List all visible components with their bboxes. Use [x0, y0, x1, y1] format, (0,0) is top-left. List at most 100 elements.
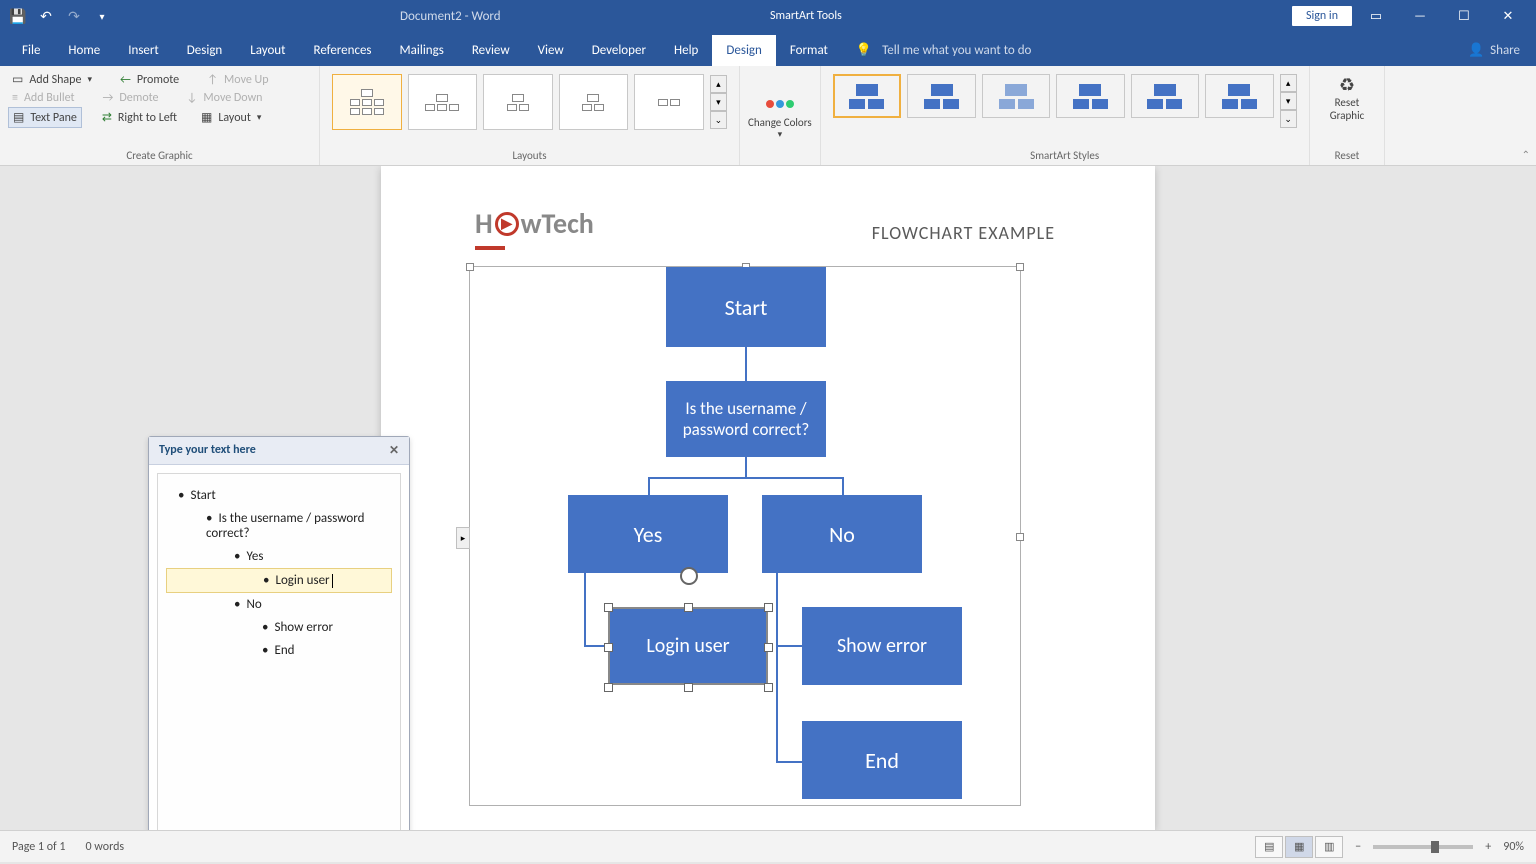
selection-handle[interactable] [764, 643, 773, 652]
page[interactable]: H ▶ wTech FLOWCHART EXAMPLE ▸ Start [381, 166, 1155, 830]
tab-references[interactable]: References [300, 35, 386, 66]
text-item-end[interactable]: End [166, 639, 392, 662]
right-to-left-button[interactable]: ⇄Right to Left [98, 107, 181, 128]
text-item-show-error[interactable]: Show error [166, 616, 392, 639]
layout-scroll[interactable]: ▴▾⌄ [710, 74, 727, 130]
zoom-slider[interactable] [1373, 845, 1473, 849]
layout-option-5[interactable] [634, 74, 704, 130]
expand-icon[interactable]: ⌄ [1280, 110, 1297, 128]
resize-handle[interactable] [1016, 533, 1024, 541]
selection-handle[interactable] [764, 683, 773, 692]
page-indicator[interactable]: Page 1 of 1 [12, 840, 66, 854]
layout-dropdown-button[interactable]: ▦Layout▾ [197, 107, 265, 128]
tab-mailings[interactable]: Mailings [386, 35, 458, 66]
text-pane-body[interactable]: Start Is the username / password correct… [157, 473, 401, 830]
selection-handle[interactable] [764, 603, 773, 612]
close-icon[interactable]: ✕ [389, 443, 399, 458]
reset-graphic-button[interactable]: ♻ Reset Graphic [1318, 70, 1377, 126]
text-pane[interactable]: Type your text here ✕ Start Is the usern… [148, 436, 410, 830]
web-layout-icon[interactable]: ▥ [1315, 836, 1343, 858]
arrow-left-icon: ← [120, 73, 131, 87]
tell-me-search[interactable]: 💡 Tell me what you want to do [842, 35, 1046, 66]
layout-org-chart[interactable] [332, 74, 402, 130]
flowchart-question-box[interactable]: Is the username / password correct? [666, 381, 826, 457]
text-item-start[interactable]: Start [166, 484, 392, 507]
maximize-icon[interactable]: ☐ [1444, 2, 1484, 30]
save-icon[interactable]: 💾 [8, 6, 28, 26]
layout-option-4[interactable] [559, 74, 629, 130]
promote-button[interactable]: ←Promote [116, 70, 183, 89]
redo-icon[interactable]: ↷ [64, 6, 84, 26]
layout-option-3[interactable] [483, 74, 553, 130]
scroll-down-icon[interactable]: ▾ [710, 93, 727, 111]
zoom-level[interactable]: 90% [1503, 840, 1524, 854]
rotation-handle[interactable] [680, 567, 698, 585]
expand-icon[interactable]: ⌄ [710, 111, 727, 129]
tab-help[interactable]: Help [660, 35, 712, 66]
selection-handle[interactable] [604, 603, 613, 612]
selection-handle[interactable] [604, 683, 613, 692]
layout-option-2[interactable] [408, 74, 478, 130]
flowchart-show-error-box[interactable]: Show error [802, 607, 962, 685]
scroll-up-icon[interactable]: ▴ [1280, 74, 1297, 92]
scroll-down-icon[interactable]: ▾ [1280, 92, 1297, 110]
print-layout-icon[interactable]: ▦ [1285, 836, 1313, 858]
ribbon: ▭Add Shape▾ ←Promote ↑Move Up ≡Add Bulle… [0, 66, 1536, 166]
tab-smartart-format[interactable]: Format [776, 35, 842, 66]
tab-design[interactable]: Design [173, 35, 236, 66]
tab-view[interactable]: View [524, 35, 578, 66]
share-button[interactable]: 👤 Share [1452, 35, 1536, 66]
text-item-question[interactable]: Is the username / password correct? [166, 507, 392, 545]
style-option-1[interactable] [833, 74, 902, 118]
text-item-login[interactable]: Login user [166, 568, 392, 593]
change-colors-button[interactable]: Change Colors ▾ [740, 66, 820, 165]
selection-handle[interactable] [684, 603, 693, 612]
qat-more-icon[interactable]: ▾ [92, 6, 112, 26]
word-count[interactable]: 0 words [86, 840, 125, 854]
text-item-no[interactable]: No [166, 593, 392, 616]
tab-home[interactable]: Home [54, 35, 114, 66]
smartart-container[interactable]: ▸ Start Is the username / password corre… [469, 266, 1021, 806]
minimize-icon[interactable]: — [1400, 2, 1440, 30]
tab-insert[interactable]: Insert [114, 35, 173, 66]
flowchart-no-box[interactable]: No [762, 495, 922, 573]
text-pane-button[interactable]: ▤Text Pane [8, 107, 82, 128]
selection-handle[interactable] [684, 683, 693, 692]
style-scroll[interactable]: ▴▾⌄ [1280, 74, 1297, 128]
add-shape-button[interactable]: ▭Add Shape▾ [8, 70, 96, 89]
read-mode-icon[interactable]: ▤ [1255, 836, 1283, 858]
demote-button: →Demote [99, 89, 163, 107]
ribbon-display-icon[interactable]: ▭ [1356, 2, 1396, 30]
text-item-yes[interactable]: Yes [166, 545, 392, 568]
sign-in-button[interactable]: Sign in [1292, 6, 1352, 26]
flowchart-start-box[interactable]: Start [666, 267, 826, 347]
scroll-up-icon[interactable]: ▴ [710, 75, 727, 93]
style-option-5[interactable] [1131, 74, 1199, 118]
connector [745, 457, 747, 479]
expand-text-pane-icon[interactable]: ▸ [456, 527, 470, 549]
tab-developer[interactable]: Developer [578, 35, 660, 66]
flowchart-login-box[interactable]: Login user [608, 607, 768, 685]
collapse-ribbon-icon[interactable]: ⌃ [1522, 148, 1530, 161]
tab-layout[interactable]: Layout [236, 35, 299, 66]
zoom-thumb[interactable] [1431, 841, 1439, 853]
tab-review[interactable]: Review [458, 35, 524, 66]
close-icon[interactable]: ✕ [1488, 2, 1528, 30]
tab-file[interactable]: File [8, 35, 54, 66]
resize-handle[interactable] [466, 263, 474, 271]
zoom-out-icon[interactable]: − [1355, 840, 1361, 854]
resize-handle[interactable] [1016, 263, 1024, 271]
flowchart-end-box[interactable]: End [802, 721, 962, 799]
style-option-4[interactable] [1056, 74, 1124, 118]
undo-icon[interactable]: ↶ [36, 6, 56, 26]
style-option-3[interactable] [982, 74, 1050, 118]
selection-handle[interactable] [604, 643, 613, 652]
text-pane-title: Type your text here [159, 443, 256, 458]
zoom-in-icon[interactable]: + [1485, 840, 1491, 854]
style-option-2[interactable] [907, 74, 975, 118]
flowchart-yes-box[interactable]: Yes [568, 495, 728, 573]
style-option-6[interactable] [1205, 74, 1273, 118]
tab-smartart-design[interactable]: Design [712, 35, 775, 66]
group-layouts: ▴▾⌄ Layouts [320, 66, 740, 165]
status-bar: Page 1 of 1 0 words ▤ ▦ ▥ − + 90% [0, 830, 1536, 862]
